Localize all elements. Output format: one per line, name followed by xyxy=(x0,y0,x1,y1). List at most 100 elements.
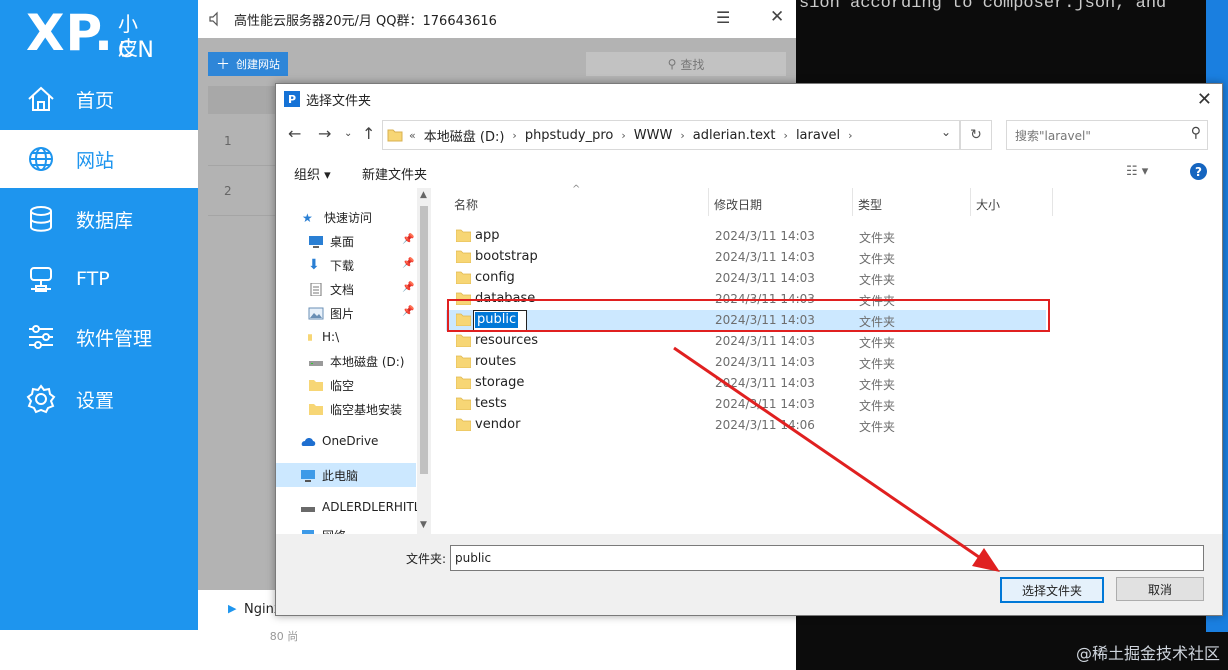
file-row[interactable]: app 2024/3/11 14:03 文件夹 xyxy=(446,226,1046,247)
folder-icon xyxy=(387,129,403,142)
file-row[interactable]: vendor 2024/3/11 14:06 文件夹 xyxy=(446,415,1046,436)
up-icon[interactable]: ↑ xyxy=(362,124,375,143)
scrollbar-thumb[interactable] xyxy=(420,206,428,474)
folder-icon xyxy=(309,379,323,391)
tree-item-folder[interactable]: 临空基地安装 xyxy=(308,397,433,421)
nav-pane-scrollbar[interactable]: ▲ ▼ xyxy=(417,188,431,534)
nav-software[interactable]: 软件管理 xyxy=(0,308,198,366)
folder-label: 文件夹: xyxy=(406,552,447,566)
file-row[interactable]: bootstrap 2024/3/11 14:03 文件夹 xyxy=(446,247,1046,268)
tree-item-drive[interactable]: ADLERDLERHITL xyxy=(300,495,433,519)
nav-website[interactable]: 网站 xyxy=(0,130,198,188)
tree-item-h-drive[interactable]: H:\ xyxy=(308,325,433,349)
breadcrumb-segment[interactable]: WWW xyxy=(634,128,673,143)
file-date: 2024/3/11 14:03 xyxy=(715,229,815,243)
tree-item-folder[interactable]: 临空 xyxy=(308,373,433,397)
organize-menu[interactable]: 组织 ▾ xyxy=(294,164,331,183)
refresh-button[interactable]: ↻ xyxy=(960,120,992,150)
file-date: 2024/3/11 14:03 xyxy=(715,397,815,411)
file-name: config xyxy=(475,270,515,285)
file-row[interactable]: resources 2024/3/11 14:03 文件夹 xyxy=(446,331,1046,352)
folder-icon xyxy=(456,250,471,263)
back-icon[interactable]: ← xyxy=(288,124,301,143)
download-icon: ⬇ xyxy=(308,256,320,273)
plus-icon: ＋ xyxy=(216,57,230,73)
chevron-right-icon[interactable]: › xyxy=(621,129,625,142)
view-options-icon[interactable]: ☷ ▾ xyxy=(1126,164,1148,179)
nav-database[interactable]: 数据库 xyxy=(0,190,198,248)
file-row[interactable]: routes 2024/3/11 14:03 文件夹 xyxy=(446,352,1046,373)
file-type: 文件夹 xyxy=(859,420,896,434)
tree-item-this-pc[interactable]: 此电脑 xyxy=(276,463,416,487)
chevron-right-icon[interactable]: › xyxy=(680,129,684,142)
select-folder-button[interactable]: 选择文件夹 xyxy=(1000,577,1104,603)
file-name: app xyxy=(475,228,500,243)
file-row[interactable]: tests 2024/3/11 14:03 文件夹 xyxy=(446,394,1046,415)
menu-icon[interactable]: ☰ xyxy=(716,8,730,27)
close-icon[interactable]: ✕ xyxy=(1197,89,1212,110)
search-input[interactable]: 搜索"laravel" ⚲ xyxy=(1006,120,1208,150)
tree-label: H:\ xyxy=(322,330,340,344)
nav-settings[interactable]: 设置 xyxy=(0,370,198,428)
nav-home[interactable]: 首页 xyxy=(0,70,198,128)
tree-label: 文档 xyxy=(330,282,355,297)
file-type: 文件夹 xyxy=(859,399,896,413)
folder-icon xyxy=(456,355,471,368)
help-icon[interactable]: ? xyxy=(1190,163,1207,180)
chevron-down-icon[interactable]: ⌄ xyxy=(344,128,352,139)
address-bar[interactable]: « 本地磁盘 (D:) › phpstudy_pro › WWW › adlerian… xyxy=(382,120,960,150)
tree-label: OneDrive xyxy=(322,434,379,448)
column-size[interactable]: 大小 xyxy=(976,196,1000,213)
column-divider[interactable] xyxy=(708,188,709,216)
pin-icon: 📌 xyxy=(402,234,415,245)
chevron-right-icon[interactable]: › xyxy=(848,129,852,142)
tree-item-network[interactable]: 网络 xyxy=(300,523,433,534)
tree-item-onedrive[interactable]: OneDrive xyxy=(300,429,433,453)
close-icon[interactable]: ✕ xyxy=(770,7,784,27)
chevron-right-icon[interactable]: › xyxy=(784,129,788,142)
ad-text[interactable]: 高性能云服务器20元/月 QQ群：176643616 xyxy=(234,10,497,29)
pin-icon: 📌 xyxy=(402,258,415,269)
breadcrumb-segment[interactable]: phpstudy_pro xyxy=(525,128,614,143)
file-type: 文件夹 xyxy=(859,231,896,245)
sliders-icon xyxy=(29,325,53,349)
breadcrumb-segment[interactable]: laravel xyxy=(796,128,840,143)
xp-search-button[interactable]: ⚲ 查找 xyxy=(586,52,786,76)
folder-icon xyxy=(308,333,312,341)
column-divider[interactable] xyxy=(1052,188,1053,216)
folder-name-input[interactable]: public xyxy=(450,545,1204,571)
nav-label: 网站 xyxy=(76,149,115,172)
breadcrumb-segment[interactable]: 本地磁盘 (D:) xyxy=(424,126,505,145)
breadcrumb-segment[interactable]: adlerian.text xyxy=(693,128,776,143)
scroll-up-icon[interactable]: ▲ xyxy=(420,190,427,200)
chevron-right-icon[interactable]: › xyxy=(512,129,516,142)
tree-label: 本地磁盘 (D:) xyxy=(330,354,405,369)
forward-icon[interactable]: → xyxy=(318,124,331,143)
new-folder-button[interactable]: 新建文件夹 xyxy=(362,164,427,183)
file-type: 文件夹 xyxy=(859,273,896,287)
home-icon xyxy=(28,86,54,111)
file-row[interactable]: storage 2024/3/11 14:03 文件夹 xyxy=(446,373,1046,394)
column-name[interactable]: 名称 xyxy=(454,196,478,213)
computer-icon xyxy=(301,469,315,482)
pin-icon: 📌 xyxy=(402,306,415,317)
column-divider[interactable] xyxy=(852,188,853,216)
database-icon xyxy=(30,206,52,232)
column-divider[interactable] xyxy=(970,188,971,216)
play-icon[interactable]: ▶ xyxy=(228,602,236,615)
tree-item-quick-access[interactable]: ★ 快速访问 xyxy=(302,205,433,229)
tree-label: 网络 xyxy=(322,527,346,535)
xp-search-label: 查找 xyxy=(680,57,705,72)
chevron-down-icon[interactable]: ⌄ xyxy=(941,125,951,139)
tree-item-d-drive[interactable]: 本地磁盘 (D:) xyxy=(308,349,433,373)
create-site-button[interactable]: ＋ 创建网站 xyxy=(208,52,288,76)
dialog-footer: 文件夹: public 选择文件夹 取消 xyxy=(276,534,1222,615)
nav-ftp[interactable]: FTP xyxy=(0,250,198,308)
scroll-down-icon[interactable]: ▼ xyxy=(420,520,427,530)
column-date[interactable]: 修改日期 xyxy=(714,196,762,213)
file-row[interactable]: config 2024/3/11 14:03 文件夹 xyxy=(446,268,1046,289)
speaker-icon xyxy=(209,11,218,27)
column-type[interactable]: 类型 xyxy=(858,196,882,213)
cancel-button[interactable]: 取消 xyxy=(1116,577,1204,601)
tree-label: 临空基地安装 xyxy=(330,402,403,417)
